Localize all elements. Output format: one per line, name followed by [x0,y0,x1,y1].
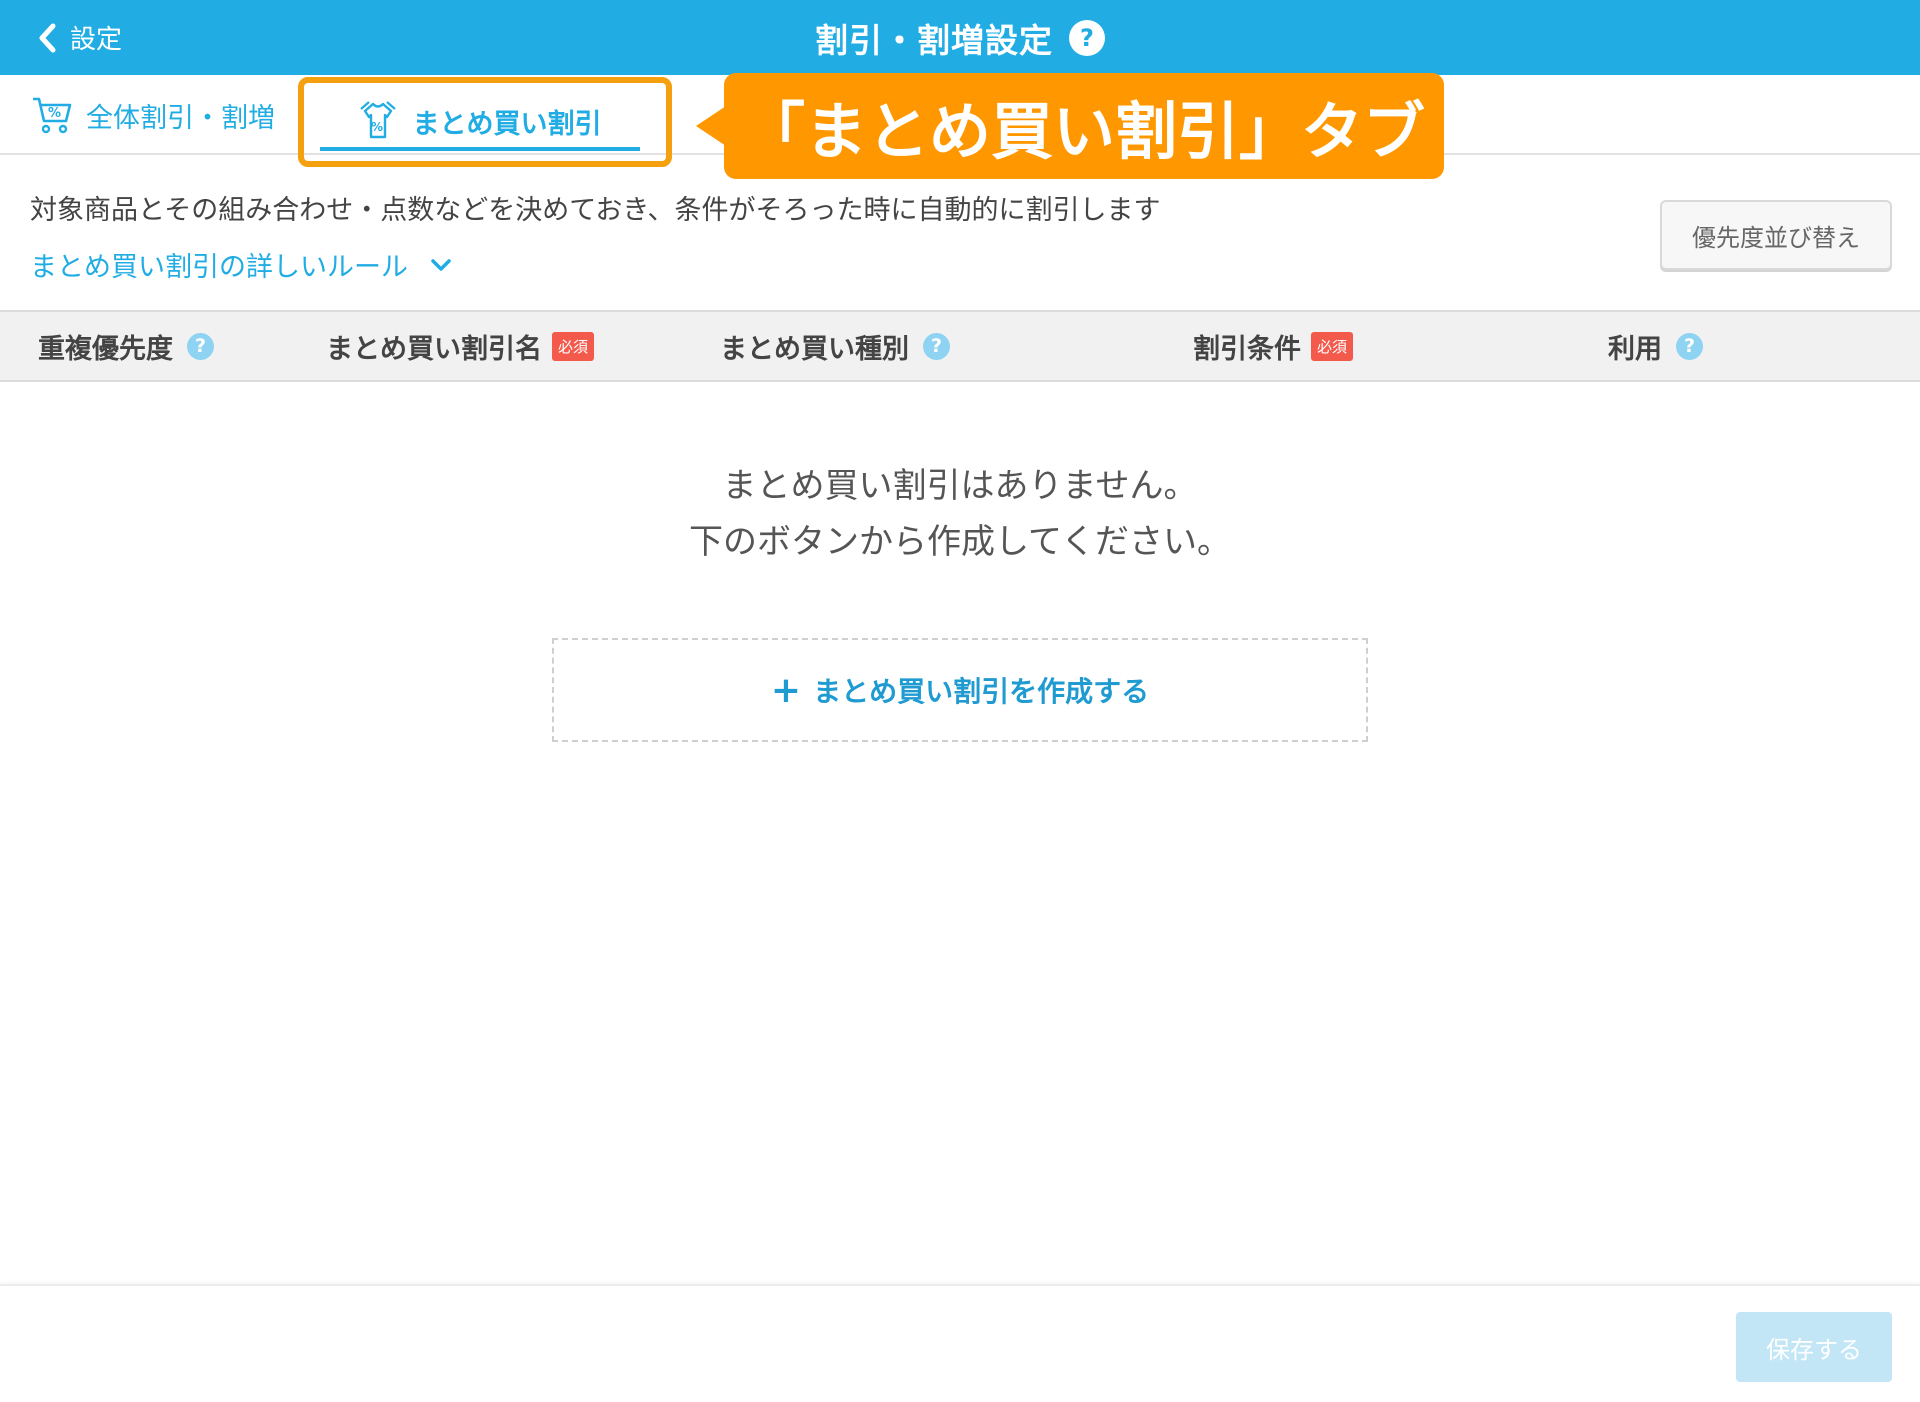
svg-text:%: % [48,106,61,121]
tab-overall-discount[interactable]: % 全体割引・割増 [30,93,275,137]
help-icon[interactable]: ? [1069,19,1105,56]
column-priority-label: 重複優先度 [38,333,173,365]
title-area: 割引・割増設定 ? [0,0,1920,75]
cart-percent-icon: % [33,97,72,134]
callout-label: 「まとめ買い割引」タブ [724,73,1444,179]
column-condition: 割引条件 必須 [1193,312,1354,380]
page-title: 割引・割増設定 [815,20,1053,60]
rules-link-label: まとめ買い割引の詳しいルール [30,252,408,283]
plus-icon: + [770,669,802,711]
column-name: まとめ買い割引名 必須 [326,312,595,380]
save-button[interactable]: 保存する [1736,1312,1892,1382]
required-badge: 必須 [552,331,595,361]
column-condition-label: 割引条件 [1193,333,1301,365]
empty-state-line2: 下のボタンから作成してください。 [689,522,1231,562]
sort-priority-button[interactable]: 優先度並び替え [1660,200,1892,270]
column-usage-label: 利用 [1608,333,1662,365]
description-text: 対象商品とその組み合わせ・点数などを決めておき、条件がそろった時に自動的に割引し… [30,195,1161,226]
column-type-label: まとめ買い種別 [720,333,909,365]
column-priority: 重複優先度 ? [38,312,214,380]
tab-overall-label: 全体割引・割増 [86,102,275,134]
rules-link[interactable]: まとめ買い割引の詳しいルール [30,245,452,284]
help-icon[interactable]: ? [923,332,950,360]
column-name-label: まとめ買い割引名 [326,333,542,365]
chevron-down-icon [431,258,451,271]
table-header: 重複優先度 ? まとめ買い割引名 必須 まとめ買い種別 ? 割引条件 必須 利用… [0,310,1920,382]
empty-state: まとめ買い割引はありません。 下のボタンから作成してください。 [0,458,1920,570]
top-bar: 設定 割引・割増設定 ? [0,0,1920,75]
column-type: まとめ買い種別 ? [720,312,950,380]
help-icon[interactable]: ? [1676,332,1703,360]
callout-arrow [696,106,726,146]
help-icon[interactable]: ? [187,332,214,360]
create-bulk-discount-button[interactable]: + まとめ買い割引を作成する [552,638,1368,742]
create-button-label: まとめ買い割引を作成する [813,675,1150,708]
column-usage: 利用 ? [1608,312,1703,380]
footer-bar: 保存する [0,1284,1920,1402]
required-badge: 必須 [1311,331,1354,361]
tab-highlight-frame [298,77,672,167]
empty-state-line1: まとめ買い割引はありません。 [722,466,1198,506]
